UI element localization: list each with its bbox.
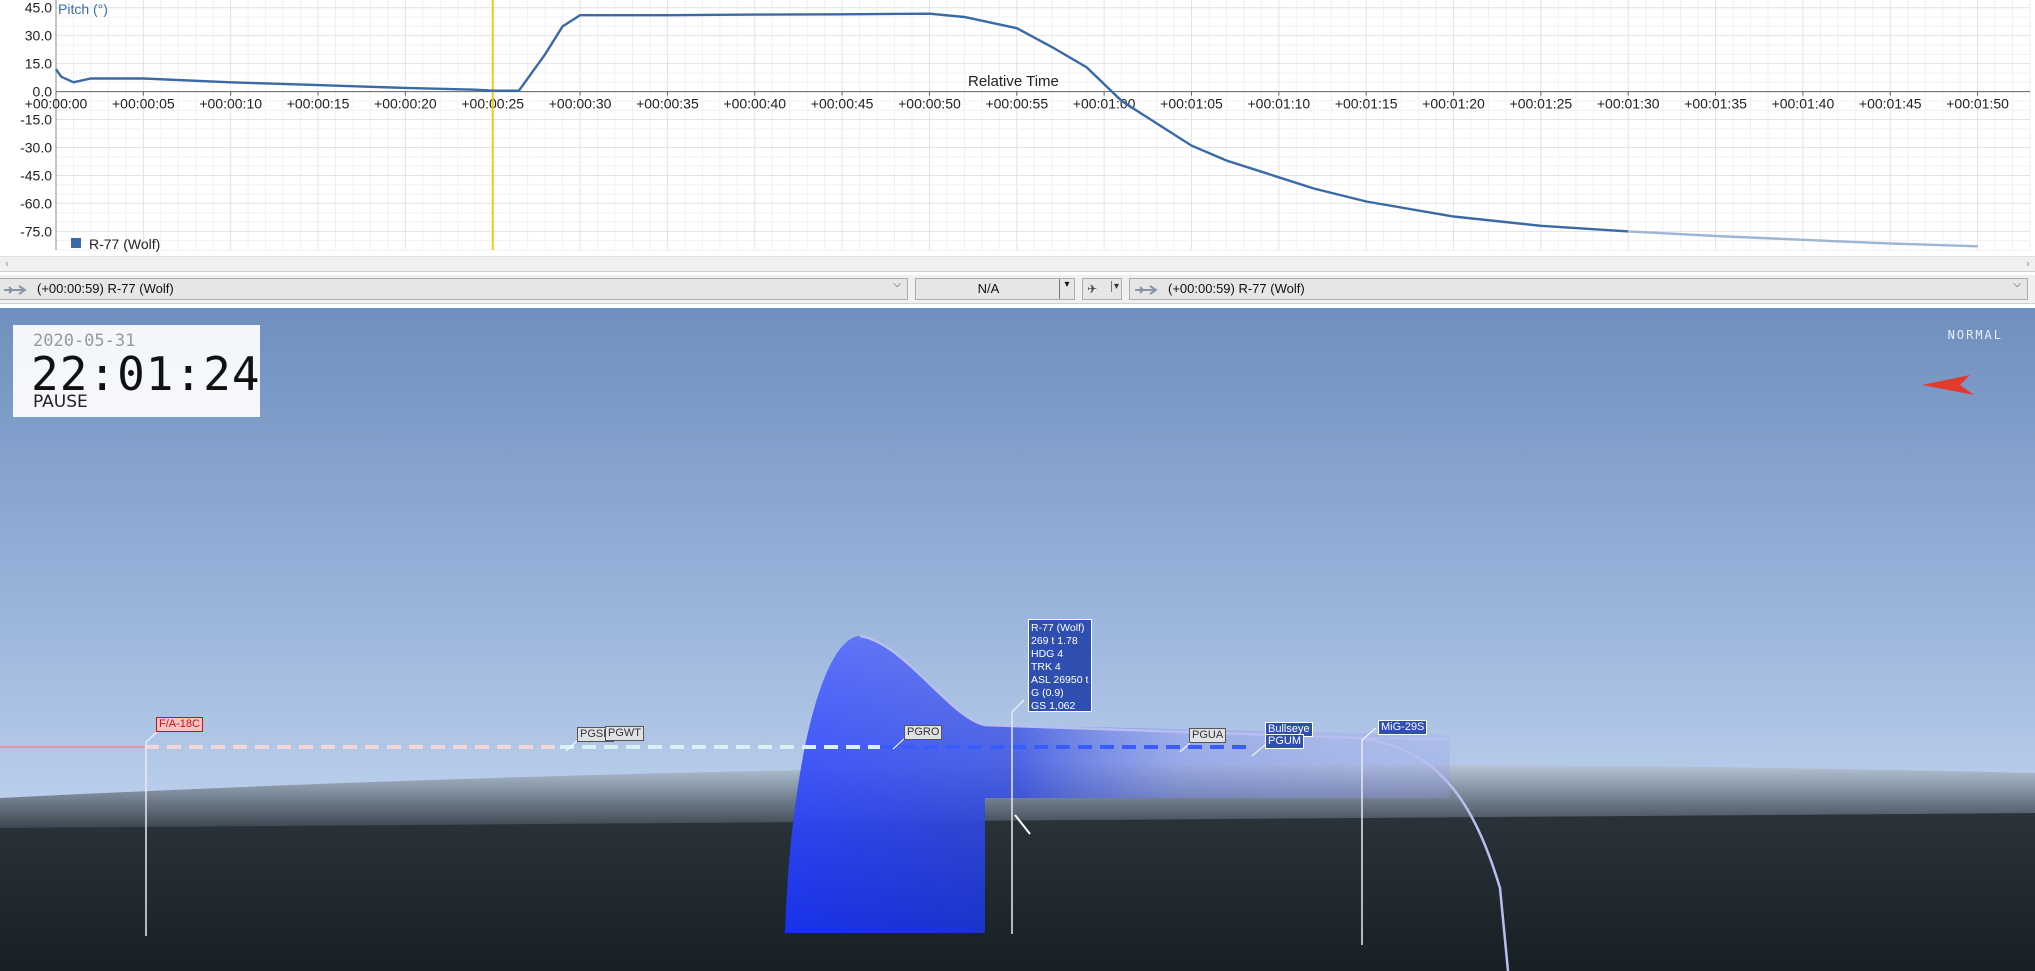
x-tick-label: +00:01:10: [1247, 96, 1310, 112]
playback-state: PAUSE: [33, 392, 88, 412]
x-axis-label: Relative Time: [968, 73, 1059, 90]
relation-select[interactable]: N/A ▾: [915, 278, 1075, 300]
x-tick-label: +00:01:30: [1597, 96, 1660, 112]
x-tick-label: +00:01:35: [1684, 96, 1747, 112]
3d-view[interactable]: 2020-05-31 22:01:24 PAUSE NORMAL F/A-18C…: [0, 308, 2035, 971]
info-name: R-77 (Wolf): [1031, 622, 1085, 634]
info-speed: 269 t 1.78: [1031, 635, 1078, 647]
x-tick-label: +00:01:15: [1335, 96, 1398, 112]
relation-select-label: N/A: [977, 281, 1000, 296]
swap-aircraft-icon: ✈: [1087, 282, 1098, 296]
x-tick-label: +00:00:35: [636, 96, 699, 112]
scroll-left-arrow-icon[interactable]: ‹: [0, 257, 14, 271]
time-overlay: 2020-05-31 22:01:24 PAUSE: [13, 325, 260, 417]
fa18-tag[interactable]: F/A-18C: [156, 717, 203, 732]
pitch-chart[interactable]: 45.030.015.00.0-15.0-30.0-45.0-60.0-75.0…: [0, 0, 2035, 256]
secondary-object-select[interactable]: (+00:00:59) R-77 (Wolf) ⌵: [1129, 278, 2028, 300]
x-tick-label: +00:01:40: [1772, 96, 1835, 112]
3d-scene-canvas[interactable]: [0, 308, 2035, 971]
y-tick-label: -60.0: [20, 195, 52, 211]
x-tick-label: +00:00:45: [811, 96, 874, 112]
secondary-object-label: (+00:00:59) R-77 (Wolf): [1168, 281, 1305, 296]
dropdown-arrow-icon[interactable]: ▾: [1059, 279, 1074, 299]
missile-info-tag[interactable]: R-77 (Wolf) 269 t 1.78 HDG 4 TRK 4 ASL 2…: [1028, 619, 1092, 712]
info-g-load: G (0.9): [1031, 687, 1064, 699]
measure-tool-button[interactable]: ✈ ▾: [1082, 278, 1122, 300]
compass-arrow-icon: [1922, 375, 1974, 395]
primary-object-select[interactable]: (+00:00:59) R-77 (Wolf) ⌵: [0, 278, 908, 300]
aircraft-icon: [1135, 285, 1158, 295]
y-tick-label: -75.0: [20, 223, 52, 239]
airbase-tag-pgro[interactable]: PGRO: [904, 725, 943, 740]
y-axis-label: Pitch (°): [58, 1, 108, 17]
x-tick-label: +00:01:50: [1946, 96, 2009, 112]
y-tick-label: -15.0: [20, 112, 52, 128]
airbase-tag-pgua[interactable]: PGUA: [1189, 728, 1227, 743]
pitch-chart-panel[interactable]: 45.0 30.0 15.0 0.0 -15.0 -30.0 -45.0 -60.0 -75.0…: [0, 0, 2035, 256]
x-tick-label: +00:00:40: [723, 96, 786, 112]
y-tick-label: 15.0: [25, 56, 52, 72]
x-tick-label: +00:01:45: [1859, 96, 1922, 112]
scroll-right-arrow-icon[interactable]: ›: [2021, 257, 2035, 271]
info-ground-speed: GS 1,062: [1031, 700, 1076, 712]
x-tick-label: +00:00:00: [25, 96, 88, 112]
y-tick-labels: 45.030.015.00.0-15.0-30.0-45.0-60.0-75.0: [20, 0, 52, 239]
x-tick-label: +00:00:20: [374, 96, 437, 112]
info-altitude: ASL 26950 t: [1031, 674, 1089, 686]
x-tick-label: +00:01:05: [1160, 96, 1223, 112]
view-mode-label: NORMAL: [1947, 328, 2003, 342]
y-tick-label: 30.0: [25, 28, 52, 44]
x-tick-label: +00:01:25: [1510, 96, 1573, 112]
mig29-tag[interactable]: MiG-29S: [1378, 720, 1428, 735]
ground: [0, 813, 2035, 971]
primary-object-label: (+00:00:59) R-77 (Wolf): [37, 281, 174, 296]
x-tick-label: +00:00:10: [199, 96, 262, 112]
legend-swatch: [71, 238, 81, 248]
dropdown-arrow-icon[interactable]: ▾: [1110, 281, 1119, 292]
chart-grid: [55, 0, 2031, 251]
x-tick-label: +00:00:55: [985, 96, 1048, 112]
x-tick-label: +00:01:20: [1422, 96, 1485, 112]
y-tick-label: -30.0: [20, 140, 52, 156]
x-tick-label: +00:00:15: [287, 96, 350, 112]
chevron-down-icon: ⌵: [2013, 279, 2021, 290]
chevron-down-icon: ⌵: [893, 279, 901, 290]
x-tick-label: +00:00:30: [549, 96, 612, 112]
aircraft-icon: [4, 285, 27, 295]
x-tick-label: +00:00:05: [112, 96, 175, 112]
info-track: TRK 4: [1031, 661, 1061, 673]
info-heading: HDG 4: [1031, 648, 1064, 660]
x-tick-label: +00:00:50: [898, 96, 961, 112]
y-tick-label: -45.0: [20, 167, 52, 183]
airbase-tag-pgum[interactable]: PGUM: [1265, 734, 1304, 749]
airbase-tag-pgwt[interactable]: PGWT: [605, 726, 644, 741]
chart-horizontal-scrollbar[interactable]: ‹ ›: [0, 256, 2035, 272]
legend-label[interactable]: R-77 (Wolf): [89, 236, 160, 252]
object-selector-bar: (+00:00:59) R-77 (Wolf) ⌵ N/A ▾ ✈ ▾ (+00…: [0, 275, 2035, 304]
y-tick-label: 45.0: [25, 0, 52, 16]
